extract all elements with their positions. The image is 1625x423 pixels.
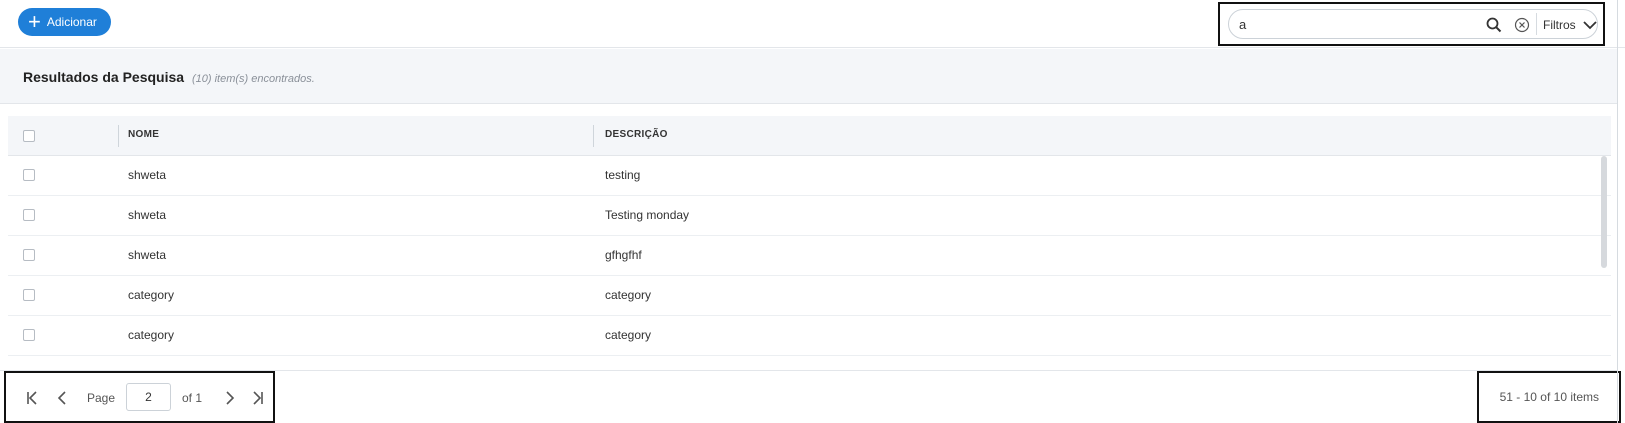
row-checkbox[interactable] — [23, 249, 35, 261]
column-header-descricao[interactable]: DESCRIÇÃO — [605, 129, 668, 140]
results-header: Resultados da Pesquisa (10) item(s) enco… — [0, 49, 1617, 104]
cell-nome: shweta — [128, 208, 167, 222]
table-scrollbar[interactable] — [1601, 156, 1607, 268]
add-button-label: Adicionar — [46, 15, 97, 29]
select-all-checkbox[interactable] — [23, 130, 35, 142]
column-separator — [593, 125, 594, 147]
search-box: Filtros — [1228, 9, 1598, 39]
page-total-label: of 1 — [182, 391, 203, 405]
add-button[interactable]: + Adicionar — [18, 8, 111, 36]
toolbar: + Adicionar Filtros — [0, 0, 1625, 48]
items-summary: 51 - 10 of 10 items — [1477, 371, 1621, 423]
results-title-text: Resultados da Pesquisa — [23, 69, 185, 85]
column-separator — [118, 125, 119, 147]
results-title: Resultados da Pesquisa (10) item(s) enco… — [23, 69, 315, 85]
column-header-nome[interactable]: NOME — [128, 129, 159, 140]
filters-label: Filtros — [1543, 18, 1576, 32]
filters-dropdown[interactable]: Filtros — [1543, 15, 1598, 35]
row-checkbox[interactable] — [23, 289, 35, 301]
last-page-icon[interactable] — [248, 389, 266, 407]
table-body: shweta testing shweta Testing monday shw… — [8, 156, 1611, 369]
pager-bar: Page of 1 51 - 10 of 10 items — [0, 370, 1621, 423]
table-header: NOME DESCRIÇÃO — [8, 116, 1611, 156]
window-edge — [1617, 0, 1618, 423]
items-count-text: 51 - 10 of 10 items — [1499, 390, 1599, 404]
row-checkbox[interactable] — [23, 169, 35, 181]
table-row[interactable]: category category — [8, 276, 1611, 316]
cell-nome: category — [128, 288, 175, 302]
results-table: NOME DESCRIÇÃO shweta testing shweta Tes… — [8, 116, 1611, 369]
clear-icon[interactable] — [1513, 16, 1531, 34]
table-row[interactable]: shweta gfhgfhf — [8, 236, 1611, 276]
table-row[interactable]: shweta testing — [8, 156, 1611, 196]
cell-descricao: category — [605, 288, 652, 302]
table-row[interactable]: category category — [8, 316, 1611, 356]
results-count: (10) item(s) encontrados. — [191, 73, 315, 85]
search-input[interactable] — [1239, 15, 1469, 34]
pager: Page of 1 — [4, 371, 275, 423]
search-divider — [1536, 13, 1537, 35]
previous-page-icon[interactable] — [54, 389, 72, 407]
cell-nome: category — [128, 328, 175, 342]
search-icon[interactable] — [1485, 16, 1503, 34]
next-page-icon[interactable] — [220, 389, 238, 407]
row-checkbox[interactable] — [23, 209, 35, 221]
table-row[interactable]: shweta Testing monday — [8, 196, 1611, 236]
chevron-down-icon — [1583, 21, 1597, 30]
page-number-input[interactable] — [126, 383, 171, 411]
row-checkbox[interactable] — [23, 329, 35, 341]
cell-descricao: gfhgfhf — [605, 248, 642, 262]
plus-icon: + — [28, 9, 41, 34]
cell-descricao: testing — [605, 168, 641, 182]
page-label: Page — [87, 391, 116, 405]
cell-descricao: Testing monday — [605, 208, 690, 222]
cell-descricao: category — [605, 328, 652, 342]
first-page-icon[interactable] — [24, 389, 42, 407]
search-area: Filtros — [1218, 2, 1605, 46]
cell-nome: shweta — [128, 248, 167, 262]
cell-nome: shweta — [128, 168, 167, 182]
